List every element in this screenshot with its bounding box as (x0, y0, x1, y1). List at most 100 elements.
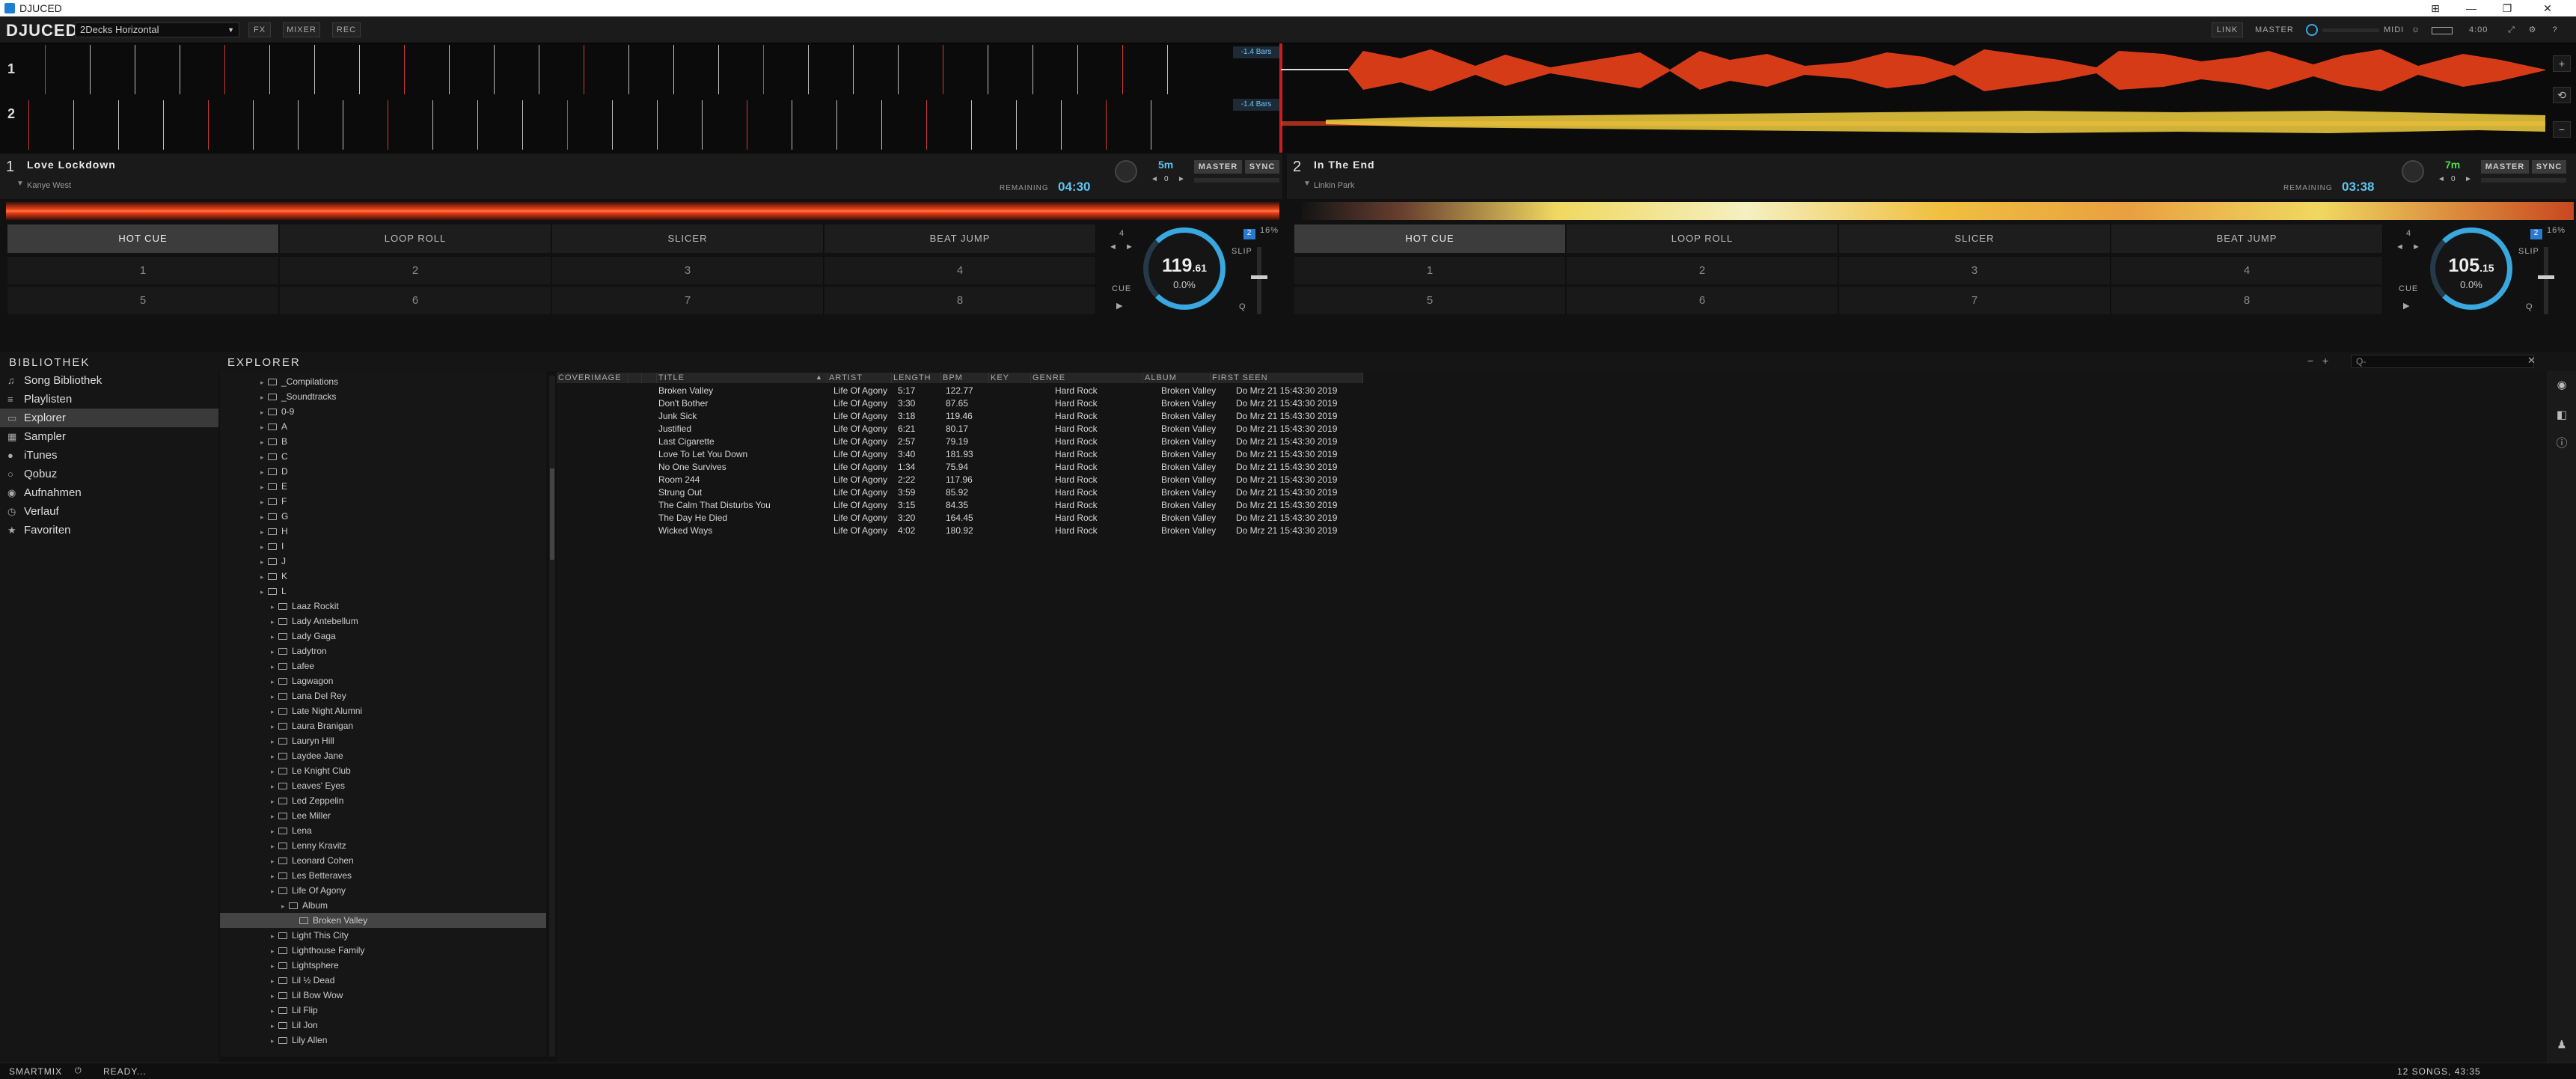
expand-arrow-icon[interactable]: ▸ (281, 899, 289, 914)
expand-arrow-icon[interactable]: ▸ (271, 839, 278, 854)
deck2-loop-size[interactable]: 4 (2406, 229, 2411, 238)
table-row[interactable]: No One Survives Life Of Agony 1:34 75.94 Har… (557, 461, 1363, 474)
expand-arrow-icon[interactable]: ▸ (271, 1033, 278, 1048)
tree-node[interactable]: ▸ Lana Del Rey (220, 688, 346, 703)
column-header-length[interactable]: LENGTH (892, 373, 941, 383)
search-clear-icon[interactable]: ✕ (2527, 355, 2536, 367)
master-volume-knob[interactable] (2306, 24, 2318, 36)
search-input[interactable]: Q- (2351, 355, 2534, 368)
user-profile-icon[interactable]: ♟ (2554, 1037, 2570, 1054)
zoom-in-button[interactable]: + (2553, 55, 2571, 72)
deck2-pitch-fader[interactable] (2544, 247, 2548, 314)
column-header-first-seen[interactable]: FIRST SEEN (1211, 373, 1363, 383)
deck1-sync-button[interactable]: SYNC (1245, 160, 1279, 174)
sidebar-item-playlisten[interactable]: ≡ Playlisten (0, 390, 218, 409)
column-header-album[interactable]: ALBUM (1143, 373, 1211, 383)
deck1-loop-right[interactable]: ► (1125, 242, 1134, 251)
tree-node[interactable]: ▸ Light This City (220, 928, 349, 943)
fullscreen-icon[interactable]: ⤢ (2505, 22, 2518, 37)
deck-icon[interactable]: ◉ (2554, 377, 2570, 394)
deck2-pad-6[interactable]: 6 (1567, 286, 1838, 314)
tree-node[interactable]: ▸ Laura Branigan (220, 718, 353, 733)
maximize-button[interactable]: ❐ (2490, 0, 2524, 16)
tree-node[interactable]: ▸ Lighthouse Family (220, 943, 364, 958)
deck1-pad-8[interactable]: 8 (824, 286, 1096, 314)
tree-node[interactable]: ▸ D (220, 464, 288, 479)
tree-node[interactable]: ▸ Leaves' Eyes (220, 778, 345, 793)
expand-arrow-icon[interactable]: ▸ (260, 554, 268, 569)
deck2-slip-button[interactable]: SLIP (2518, 247, 2539, 256)
expand-library-button[interactable]: + (2322, 355, 2328, 367)
expand-arrow-icon[interactable]: ▸ (271, 809, 278, 824)
tree-node[interactable]: ▸ Lil Flip (220, 1003, 318, 1018)
tree-node[interactable]: ▸ A (220, 419, 287, 434)
deck2-vinyl-icon[interactable] (2402, 160, 2424, 183)
shrink-library-button[interactable]: − (2307, 355, 2313, 367)
sidebar-item-aufnahmen[interactable]: ◉ Aufnahmen (0, 483, 218, 502)
deck2-master-button[interactable]: MASTER (2481, 160, 2529, 174)
expand-arrow-icon[interactable]: ▸ (271, 659, 278, 674)
expand-arrow-icon[interactable]: ▸ (271, 884, 278, 899)
waveform-overview[interactable]: 1 -1.4 Bars 2 -1.4 Bars + − ⟲ (0, 43, 2576, 153)
expand-arrow-icon[interactable]: ▸ (260, 420, 268, 435)
tree-node[interactable]: ▸ Le Knight Club (220, 763, 351, 778)
sidebar-item-itunes[interactable]: ● iTunes (0, 446, 218, 465)
zoom-out-button[interactable]: − (2553, 121, 2571, 138)
deck2-tab-hot-cue[interactable]: HOT CUE (1294, 224, 1566, 253)
tree-node[interactable]: ▸ _Compilations (220, 374, 338, 389)
mixer-button[interactable]: MIXER (283, 22, 320, 37)
close-button[interactable]: ✕ (2530, 0, 2565, 16)
sidebar-item-qobuz[interactable]: ○ Qobuz (0, 465, 218, 483)
column-header-title[interactable]: TITLE (657, 373, 827, 383)
tree-node[interactable]: ▸ Lightsphere (220, 958, 339, 973)
expand-arrow-icon[interactable]: ▸ (271, 689, 278, 704)
deck1-tab-loop-roll[interactable]: LOOP ROLL (280, 224, 551, 253)
expand-arrow-icon[interactable]: ▸ (260, 495, 268, 510)
expand-arrow-icon[interactable]: ▸ (260, 510, 268, 525)
folder-tree[interactable]: ▸ _Compilations ▸ _Soundtracks ▸ 0-9 ▸ A ▸ B ▸ C ▸ D ▸… (220, 371, 546, 1057)
deck1-pitch-knob[interactable] (1251, 275, 1267, 279)
expand-arrow-icon[interactable]: ▸ (260, 375, 268, 390)
expand-arrow-icon[interactable]: ▸ (271, 674, 278, 689)
tree-node[interactable]: ▸ Lagwagon (220, 673, 333, 688)
expand-arrow-icon[interactable]: ▸ (271, 854, 278, 869)
tree-node[interactable]: ▸ I (220, 539, 284, 554)
deck1-pad-4[interactable]: 4 (824, 256, 1096, 284)
tree-node[interactable]: ▸ Album (220, 898, 328, 913)
info-icon[interactable]: ⓘ (2554, 435, 2570, 452)
deck1-pad-7[interactable]: 7 (552, 286, 824, 314)
table-row[interactable]: Justified Life Of Agony 6:21 80.17 Hard Rock… (557, 423, 1363, 435)
tree-node[interactable]: ▸ Led Zeppelin (220, 793, 343, 808)
tree-node[interactable]: ▸ Lil Jon (220, 1018, 318, 1033)
tree-node[interactable]: ▸ Lee Miller (220, 808, 331, 823)
tree-node[interactable]: ▸ Ladytron (220, 644, 327, 658)
deck1-slip-button[interactable]: SLIP (1232, 247, 1252, 256)
deck1-master-button[interactable]: MASTER (1194, 160, 1242, 174)
deck2-tab-loop-roll[interactable]: LOOP ROLL (1567, 224, 1838, 253)
deck2-eject-icon[interactable]: ▼ (1303, 180, 1311, 188)
deck1-pad-3[interactable]: 3 (552, 256, 824, 284)
sidebar-item-favoriten[interactable]: ★ Favoriten (0, 521, 218, 540)
sidebar-item-sampler[interactable]: ▦ Sampler (0, 427, 218, 446)
deck1-pitch-fader[interactable] (1257, 247, 1261, 314)
column-header-blank[interactable] (628, 373, 642, 383)
expand-arrow-icon[interactable]: ▸ (271, 599, 278, 614)
deck1-pad-1[interactable]: 1 (7, 256, 279, 284)
sort-ascending-icon[interactable]: ▲ (816, 373, 822, 381)
expand-arrow-icon[interactable]: ▸ (271, 988, 278, 1003)
deck2-tab-beat-jump[interactable]: BEAT JUMP (2111, 224, 2383, 253)
tree-node[interactable]: ▸ Les Betteraves (220, 868, 352, 883)
expand-arrow-icon[interactable]: ▸ (271, 869, 278, 884)
expand-arrow-icon[interactable]: ▸ (260, 450, 268, 465)
expand-arrow-icon[interactable]: ▸ (260, 405, 268, 420)
tree-node[interactable]: ▸ Leonard Cohen (220, 853, 354, 868)
tree-node[interactable]: ▸ G (220, 509, 288, 524)
expand-arrow-icon[interactable]: ▸ (271, 959, 278, 973)
expand-arrow-icon[interactable]: ▸ (260, 569, 268, 584)
table-row[interactable]: The Day He Died Life Of Agony 3:20 164.45 Ha… (557, 512, 1363, 525)
expand-arrow-icon[interactable]: ▸ (260, 435, 268, 450)
column-header-coverimage[interactable]: COVERIMAGE (557, 373, 628, 383)
expand-arrow-icon[interactable]: ▸ (271, 629, 278, 644)
minimize-button[interactable]: — (2454, 0, 2488, 16)
tree-node[interactable]: ▸ Laydee Jane (220, 748, 343, 763)
